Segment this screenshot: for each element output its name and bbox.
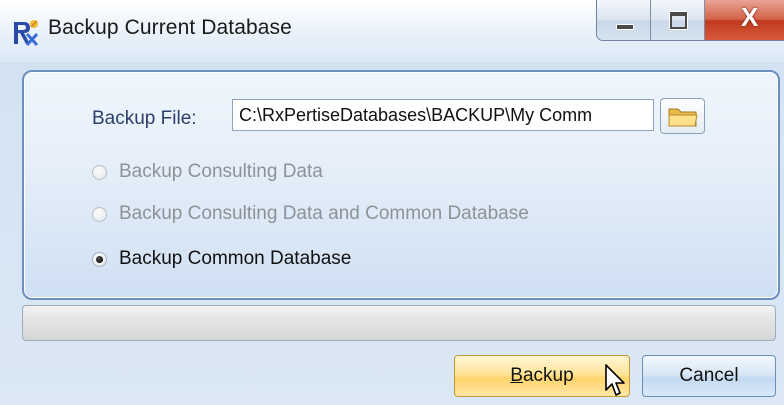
option-consulting-data: Backup Consulting Data (92, 157, 323, 187)
option-consulting-and-common: Backup Consulting Data and Common Databa… (92, 199, 529, 229)
mouse-pointer-icon (605, 364, 625, 396)
maximize-button[interactable] (651, 0, 705, 40)
title-bar: Backup Current Database X (0, 0, 784, 62)
radio-label[interactable]: Backup Common Database (119, 248, 351, 270)
backup-file-input[interactable]: C:\RxPertiseDatabases\BACKUP\My Comm (232, 99, 654, 131)
dialog-window: Backup Current Database X Backup File: C… (0, 0, 784, 405)
caption-buttons: X (596, 0, 784, 41)
radio-consulting-and-common (92, 206, 107, 222)
option-common-database[interactable]: Backup Common Database (92, 244, 351, 274)
close-icon: X (741, 2, 759, 32)
backup-mnemonic: B (510, 365, 523, 386)
radio-consulting-data (92, 164, 107, 180)
cancel-button[interactable]: Cancel (642, 355, 776, 397)
radio-label: Backup Consulting Data and Common Databa… (119, 203, 529, 224)
radio-label: Backup Consulting Data (119, 161, 323, 182)
minimize-icon (616, 24, 634, 30)
backup-label: ackup (522, 365, 574, 386)
maximize-icon (670, 12, 687, 29)
radio-common-database[interactable] (92, 251, 107, 267)
browse-button[interactable] (660, 98, 705, 134)
rx-app-icon (14, 20, 39, 47)
minimize-button[interactable] (597, 0, 651, 40)
close-button[interactable]: X (705, 0, 784, 40)
window-title: Backup Current Database (48, 16, 292, 39)
backup-file-label: Backup File: (92, 108, 197, 129)
progress-bar (22, 305, 776, 341)
folder-icon (668, 108, 698, 127)
